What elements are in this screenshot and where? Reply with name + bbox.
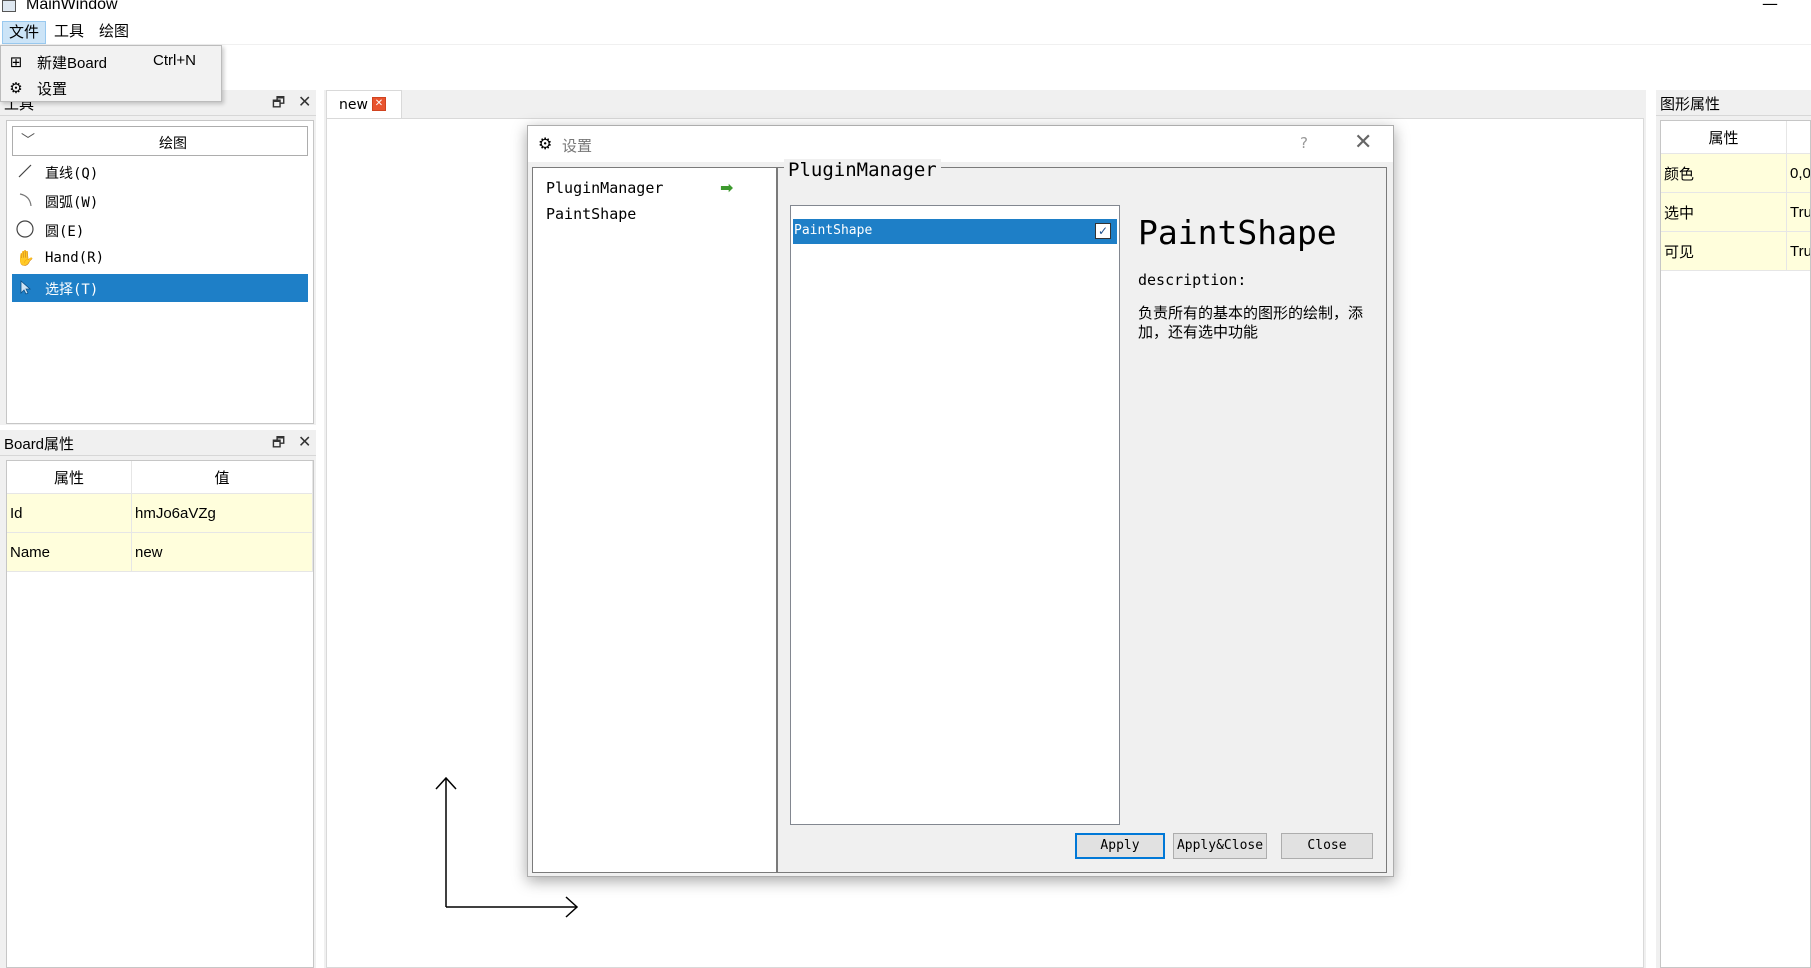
close-button[interactable]: Close <box>1281 833 1373 859</box>
float-icon[interactable]: 🗗 <box>272 432 285 456</box>
board-properties-table: 属性 值 Id hmJo6aVZg Name new <box>6 460 314 968</box>
group-title: PluginManager <box>784 159 941 181</box>
property-key: 选中 <box>1661 192 1787 232</box>
property-key: Id <box>7 493 132 533</box>
apply-close-button[interactable]: Apply&Close <box>1173 833 1267 859</box>
tool-label: 圆弧(W) <box>45 195 99 211</box>
file-menu-dropdown: ⊞ 新建Board Ctrl+N ⚙ 设置 <box>0 45 222 102</box>
menu-item-new-board[interactable]: ⊞ 新建Board Ctrl+N <box>1 49 221 74</box>
plugin-name: PaintShape <box>794 223 873 238</box>
tool-group-header[interactable]: ﹀ 绘图 <box>12 126 308 156</box>
tool-group-label: 绘图 <box>159 136 187 152</box>
minimize-button[interactable]: — <box>1762 0 1778 13</box>
column-header[interactable]: 属性 <box>7 461 132 494</box>
window-titlebar: MainWindow — <box>0 0 1811 14</box>
board-dock-title-text: Board属性 <box>4 436 75 453</box>
menu-file[interactable]: 文件 <box>2 21 47 44</box>
shape-dock-title-text: 图形属性 <box>1660 96 1721 113</box>
column-header[interactable]: 属性 <box>1661 121 1787 154</box>
plugin-title: PaintShape <box>1138 213 1337 252</box>
pointer-icon <box>20 280 32 295</box>
menu-draw[interactable]: 绘图 <box>93 21 135 42</box>
property-value[interactable]: hmJo6aVZg <box>131 493 313 533</box>
tool-label: Hand(R) <box>45 250 105 266</box>
property-key: 可见 <box>1661 231 1787 271</box>
arrow-right-icon: ➡ <box>720 178 734 197</box>
table-row[interactable]: Name new <box>7 532 313 572</box>
menu-item-shortcut: Ctrl+N <box>153 52 196 69</box>
menu-item-label: 设置 <box>37 81 68 98</box>
menu-item-settings[interactable]: ⚙ 设置 <box>1 75 221 100</box>
menu-tools[interactable]: 工具 <box>48 21 90 42</box>
close-icon[interactable]: ✕ <box>298 432 311 451</box>
menubar: 文件 工具 绘图 <box>0 18 1811 45</box>
description-label: description: <box>1138 271 1247 289</box>
gear-icon: ⚙ <box>538 134 553 153</box>
new-board-icon: ⊞ <box>9 53 23 71</box>
tool-arc[interactable]: 圆弧(W) <box>12 187 308 215</box>
description-text: 负责所有的基本的图形的绘制，添加，还有选中功能 <box>1138 304 1364 341</box>
gear-icon: ⚙ <box>9 79 23 97</box>
close-icon[interactable]: ✕ <box>298 92 311 111</box>
tool-line[interactable]: 直线(Q) <box>12 158 308 186</box>
circle-icon <box>16 220 34 238</box>
window-title: MainWindow <box>26 0 118 13</box>
tool-select[interactable]: 选择(T) <box>12 274 308 302</box>
tab-new[interactable]: new ✕ <box>326 90 402 118</box>
app-icon <box>2 0 16 12</box>
table-row[interactable]: 可见 Tru <box>1661 231 1810 271</box>
list-item[interactable]: PaintShape ✓ <box>793 219 1117 244</box>
board-dock-title: Board属性 🗗 ✕ <box>0 430 316 456</box>
tool-label: 圆(E) <box>45 224 85 240</box>
plugin-enabled-checkbox[interactable]: ✓ <box>1095 223 1111 239</box>
tool-label: 直线(Q) <box>45 166 99 182</box>
property-value[interactable]: Tru <box>1786 192 1810 232</box>
shape-properties-table: 属性 颜色 0,0 选中 Tru 可见 Tru <box>1660 120 1811 968</box>
property-key: 颜色 <box>1661 153 1787 193</box>
shape-dock-title: 图形属性 <box>1656 90 1811 116</box>
dialog-titlebar: ⚙ 设置 ? ✕ <box>528 126 1393 162</box>
table-row[interactable]: 选中 Tru <box>1661 192 1810 232</box>
property-key: Name <box>7 532 132 572</box>
float-icon[interactable]: 🗗 <box>272 92 285 116</box>
property-value[interactable]: Tru <box>1786 231 1810 271</box>
tab-label: new <box>339 97 368 113</box>
plugin-list: PaintShape ✓ <box>790 205 1120 825</box>
help-button[interactable]: ? <box>1300 134 1308 152</box>
apply-button[interactable]: Apply <box>1075 833 1165 859</box>
column-header[interactable]: 值 <box>131 461 313 494</box>
property-value[interactable]: 0,0 <box>1786 153 1810 193</box>
property-value[interactable]: new <box>131 532 313 572</box>
dialog-close-button[interactable]: ✕ <box>1354 130 1372 155</box>
tool-label: 选择(T) <box>45 282 99 298</box>
table-row[interactable]: Id hmJo6aVZg <box>7 493 313 533</box>
chevron-down-icon: ﹀ <box>21 133 35 149</box>
tool-circle[interactable]: 圆(E) <box>12 216 308 244</box>
close-tab-icon[interactable]: ✕ <box>372 97 386 111</box>
line-icon <box>18 164 32 178</box>
nav-item-paint-shape[interactable]: PaintShape <box>546 205 636 223</box>
column-header[interactable] <box>1786 121 1810 154</box>
settings-nav-list: PluginManager ➡ PaintShape <box>532 167 777 873</box>
nav-item-plugin-manager[interactable]: PluginManager <box>546 179 663 197</box>
hand-icon: ✋ <box>16 249 35 267</box>
dialog-title: 设置 <box>562 137 593 155</box>
tool-hand[interactable]: ✋ Hand(R) <box>12 245 308 273</box>
table-row[interactable]: 颜色 0,0 <box>1661 153 1810 193</box>
menu-item-label: 新建Board <box>37 55 108 72</box>
arc-icon <box>19 193 32 207</box>
